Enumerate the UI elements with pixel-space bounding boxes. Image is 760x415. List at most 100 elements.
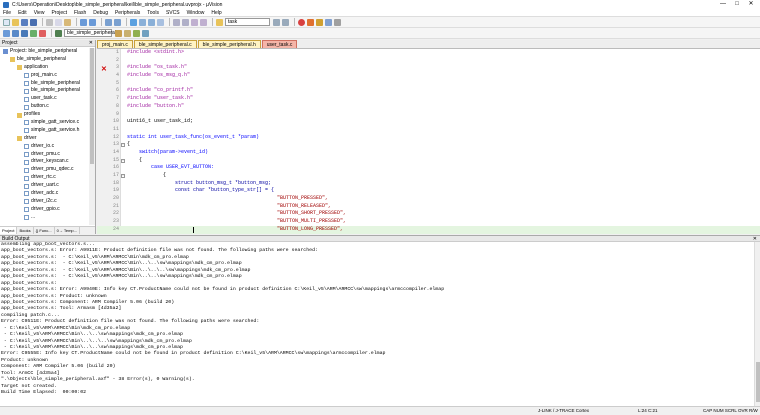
fold-toggle-icon[interactable]: - — [121, 143, 125, 148]
tab-templates[interactable]: 0→ Temp... — [55, 227, 80, 234]
line-number: 15 — [112, 156, 119, 163]
code-editor[interactable]: ✕ 1 #include <stdint.h> 2 3 #include "os_tas… — [97, 49, 760, 234]
save-icon[interactable] — [21, 18, 28, 26]
next-bookmark-icon[interactable] — [148, 18, 155, 26]
target-select[interactable]: ble_simple_peripheral — [64, 29, 116, 37]
project-tree-scrollbar[interactable] — [89, 48, 95, 225]
build-output-scrollbar[interactable] — [754, 242, 760, 406]
prev-bookmark-icon[interactable] — [139, 18, 146, 26]
tree-file-item[interactable]: button.c — [0, 103, 89, 111]
maximize-button[interactable]: □ — [730, 0, 744, 9]
scrollbar-thumb[interactable] — [756, 362, 760, 402]
windows-icon[interactable] — [325, 18, 332, 26]
fold-toggle-icon[interactable]: - — [121, 158, 125, 163]
uncomment-icon[interactable] — [200, 18, 207, 26]
tree-file-item[interactable]: ble_simple_peripheral — [0, 80, 89, 88]
file-icon — [24, 183, 29, 189]
debug-session-icon[interactable] — [298, 18, 305, 26]
build-icon[interactable] — [12, 29, 19, 37]
tree-file-item[interactable]: driver_pmu_qdec.c — [0, 166, 89, 174]
close-button[interactable]: ✕ — [744, 0, 758, 9]
menu-view[interactable]: View — [34, 10, 45, 16]
save-all-icon[interactable] — [30, 18, 37, 26]
menu-project[interactable]: Project — [51, 10, 67, 16]
menu-svcs[interactable]: SVCS — [166, 10, 180, 16]
translate-icon[interactable] — [3, 29, 10, 37]
editor-tab[interactable]: proj_main.c — [97, 40, 133, 48]
tree-file-item[interactable]: driver_gpio.c — [0, 206, 89, 214]
redo-icon[interactable] — [89, 18, 96, 26]
fold-toggle-icon[interactable]: - — [121, 174, 125, 178]
breakpoint-icon[interactable] — [307, 18, 314, 26]
tree-file-item[interactable]: driver_keyscan.c — [0, 158, 89, 166]
project-pane: Project ✕ Project: ble_simple_peripheral… — [0, 40, 96, 234]
menu-edit[interactable]: Edit — [18, 10, 27, 16]
tree-folder-item[interactable]: Project: ble_simple_peripheral — [0, 48, 89, 56]
batch-build-icon[interactable] — [30, 29, 37, 37]
tree-file-item[interactable]: ... — [0, 214, 89, 222]
tree-file-item[interactable]: simple_gatt_service.c — [0, 119, 89, 127]
tree-file-item[interactable]: ble_simple_peripheral — [0, 87, 89, 95]
indent-icon[interactable] — [173, 18, 180, 26]
tree-file-item[interactable]: proj_main.c — [0, 72, 89, 80]
cut-icon[interactable] — [46, 18, 53, 26]
menu-debug[interactable]: Debug — [93, 10, 108, 16]
unindent-icon[interactable] — [182, 18, 189, 26]
menu-flash[interactable]: Flash — [74, 10, 86, 16]
nav-back-icon[interactable] — [105, 18, 112, 26]
tree-file-item[interactable]: user_task.c — [0, 95, 89, 103]
code-line: 1 #include <stdint.h> — [97, 49, 760, 57]
build-output-text[interactable]: assembling app_boot_vectors.s... app_boot… — [0, 242, 754, 406]
editor-tab[interactable]: ble_simple_peripheral.h — [197, 40, 261, 48]
file-extensions-icon[interactable] — [124, 29, 131, 37]
tree-file-item[interactable]: driver_rtc.c — [0, 174, 89, 182]
tree-file-item[interactable]: driver_i2c.c — [0, 198, 89, 206]
close-icon[interactable]: ✕ — [89, 40, 93, 47]
code-text: "BUTTON_SHORT_PRESSED", — [127, 210, 347, 217]
open-folder-icon[interactable] — [12, 18, 19, 26]
clear-bookmarks-icon[interactable] — [157, 18, 164, 26]
tree-file-item[interactable]: simple_gatt_service.h — [0, 127, 89, 135]
find-combo[interactable]: task — [225, 18, 270, 26]
tree-folder-item[interactable]: driver — [0, 135, 89, 143]
stop-build-icon[interactable] — [39, 29, 46, 37]
tab-functions[interactable]: {} Func... — [34, 227, 55, 234]
menu-window[interactable]: Window — [187, 10, 205, 16]
copy-icon[interactable] — [55, 18, 62, 26]
paste-icon[interactable] — [64, 18, 71, 26]
line-number: 14 — [112, 148, 119, 155]
tab-books[interactable]: Books — [17, 227, 34, 234]
bookmark-icon[interactable] — [130, 18, 137, 26]
pack-installer-icon[interactable] — [142, 29, 149, 37]
download-icon[interactable] — [55, 29, 62, 37]
menu-file[interactable]: File — [3, 10, 11, 16]
manage-components-icon[interactable] — [133, 29, 140, 37]
tools-icon[interactable] — [334, 18, 341, 26]
tree-file-item[interactable]: driver_adc.c — [0, 190, 89, 198]
breakpoints-dialog-icon[interactable] — [316, 18, 323, 26]
new-file-icon[interactable] — [3, 18, 10, 26]
minimize-button[interactable]: — — [716, 0, 730, 9]
tree-item-label: driver_i2c.c — [31, 197, 57, 204]
tree-folder-item[interactable]: ble_simple_peripheral — [0, 56, 89, 64]
tree-file-item[interactable]: driver_pmu.c — [0, 151, 89, 159]
rebuild-icon[interactable] — [21, 29, 28, 37]
incremental-find-icon[interactable] — [282, 18, 289, 26]
tree-folder-item[interactable]: profiles — [0, 111, 89, 119]
tree-file-item[interactable]: driver_uart.c — [0, 182, 89, 190]
tree-folder-item[interactable]: application — [0, 64, 89, 72]
tree-file-item[interactable]: driver_io.c — [0, 143, 89, 151]
menu-help[interactable]: Help — [211, 10, 221, 16]
find-in-files-icon[interactable] — [216, 18, 223, 26]
tab-project[interactable]: Project — [0, 227, 18, 234]
menu-tools[interactable]: Tools — [147, 10, 159, 16]
scrollbar-thumb[interactable] — [90, 48, 94, 164]
editor-tab[interactable]: user_task.c — [261, 40, 298, 48]
comment-icon[interactable] — [191, 18, 198, 26]
find-icon[interactable] — [273, 18, 280, 26]
editor-tab[interactable]: ble_simple_peripheral.c — [133, 40, 197, 48]
target-options-icon[interactable] — [115, 29, 122, 37]
menu-peripherals[interactable]: Peripherals — [115, 10, 140, 16]
undo-icon[interactable] — [80, 18, 87, 26]
nav-forward-icon[interactable] — [114, 18, 121, 26]
